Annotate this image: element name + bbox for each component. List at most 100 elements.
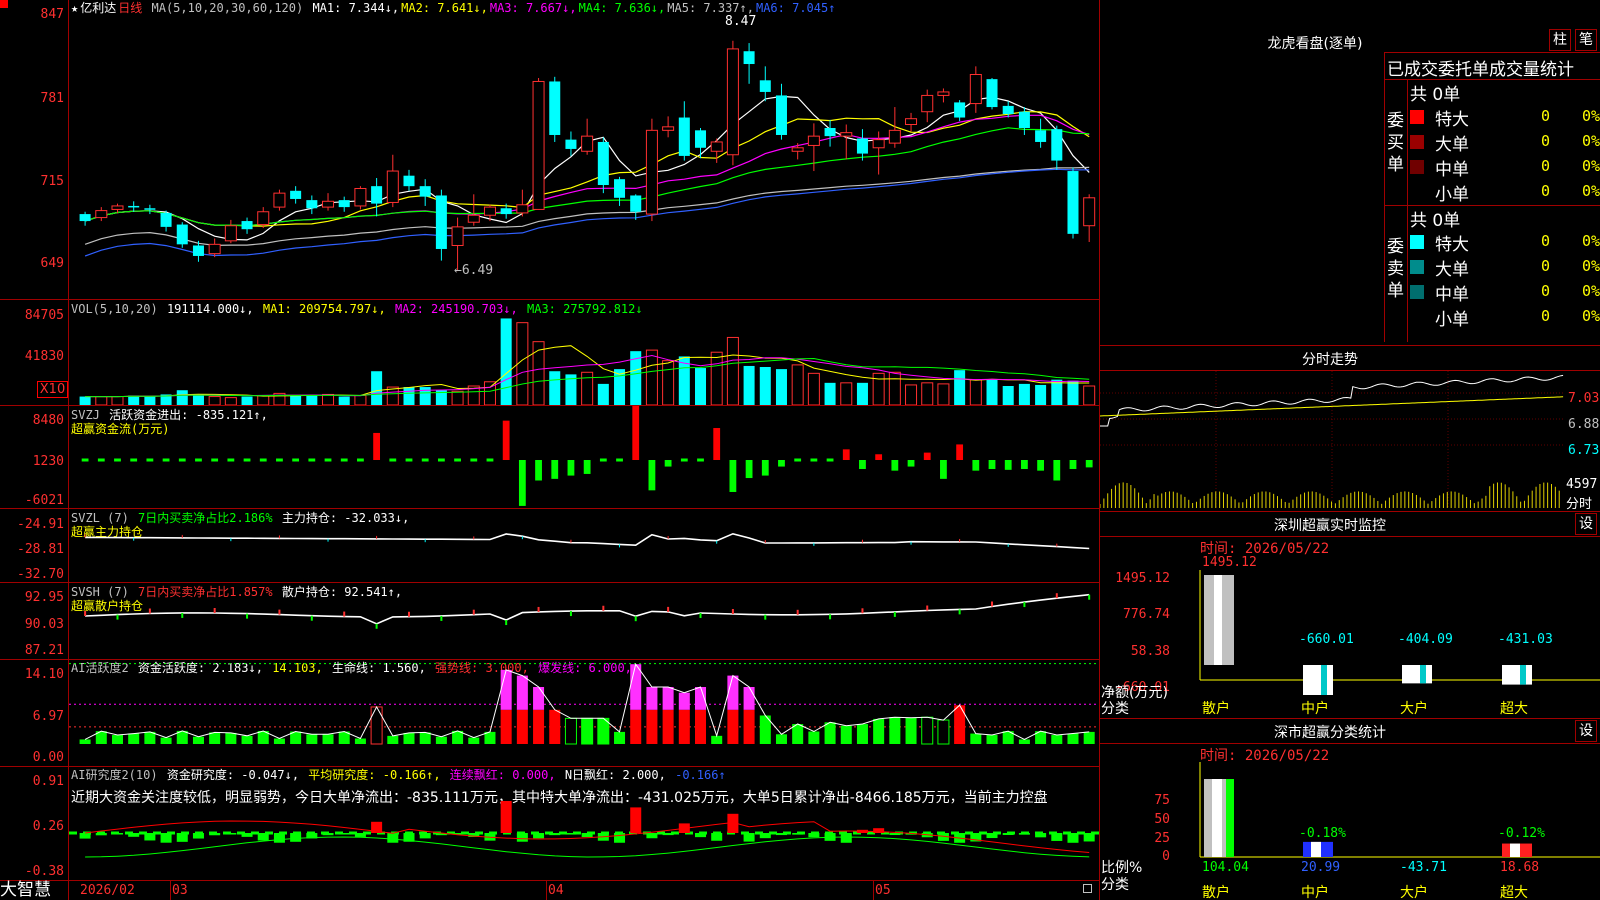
activity-bar bbox=[808, 731, 820, 744]
candlestick-chart[interactable] bbox=[69, 14, 1099, 299]
volume-bar bbox=[1067, 380, 1079, 405]
flow-bar bbox=[373, 432, 381, 460]
candle-body bbox=[354, 187, 367, 207]
research-bar bbox=[128, 833, 140, 837]
research-bar bbox=[111, 833, 123, 835]
sz-bar-highlight bbox=[1520, 664, 1526, 685]
volume-bar bbox=[95, 396, 108, 405]
candle-body bbox=[516, 204, 529, 214]
sz-monitor-chart[interactable] bbox=[1100, 555, 1600, 715]
volume-bar bbox=[921, 382, 934, 405]
vol-unit-button[interactable]: X10 bbox=[37, 381, 68, 398]
flow-bar bbox=[583, 460, 591, 474]
volume-bar bbox=[79, 396, 91, 405]
activity-burst-bar bbox=[500, 669, 512, 710]
candle-body bbox=[192, 245, 204, 256]
lock-icon[interactable] bbox=[1083, 884, 1092, 893]
activity-bar bbox=[921, 716, 934, 745]
candle-body bbox=[386, 170, 399, 203]
volume-bar bbox=[888, 371, 901, 405]
volume-bar bbox=[257, 395, 270, 405]
order-row-percent: 0% bbox=[1581, 282, 1600, 300]
retail-holding-line bbox=[85, 593, 1090, 625]
flow-bar bbox=[1053, 460, 1061, 481]
candle-body bbox=[630, 195, 642, 212]
research-chart[interactable] bbox=[69, 767, 1099, 880]
volume-bar bbox=[176, 390, 188, 405]
order-color-swatch bbox=[1410, 235, 1424, 249]
activity-chart[interactable] bbox=[69, 660, 1099, 766]
flow-tick bbox=[243, 458, 251, 462]
flow-bar bbox=[567, 460, 575, 476]
order-row-value: 0 bbox=[1540, 107, 1550, 125]
activity-bar bbox=[889, 717, 901, 744]
order-row-label: 中单 bbox=[1435, 285, 1469, 305]
volume-bar bbox=[338, 396, 350, 405]
stock-chart-app: ★ 亿利达 日线 MA(5,10,20,30,60,120) MA1: 7.344↓… bbox=[0, 0, 1600, 900]
intraday-y-tick: 6.73 bbox=[1568, 443, 1600, 458]
research-bar bbox=[581, 833, 593, 838]
flow-tick bbox=[697, 458, 704, 462]
activity-bar bbox=[695, 709, 707, 744]
activity-bar bbox=[986, 735, 998, 744]
period-label[interactable]: 日线 bbox=[118, 1, 142, 15]
section-border bbox=[1100, 345, 1600, 346]
research-bar bbox=[516, 833, 528, 842]
research-bar bbox=[354, 833, 366, 837]
sz-class-chart[interactable] bbox=[1100, 762, 1600, 900]
sz-class-settings-button[interactable]: 设 bbox=[1575, 720, 1597, 742]
research-bar bbox=[273, 833, 285, 843]
order-row-value: 0 bbox=[1540, 282, 1550, 300]
intraday-chart[interactable] bbox=[1100, 371, 1565, 508]
flow-bar bbox=[972, 460, 980, 471]
svzl-y-tick: -24.91 bbox=[17, 517, 64, 532]
sz-monitor-settings-button[interactable]: 设 bbox=[1575, 513, 1597, 535]
svzl-y-tick: -32.70 bbox=[17, 567, 64, 582]
main-holding-chart[interactable] bbox=[69, 509, 1099, 582]
volume-bar bbox=[710, 351, 723, 405]
candle-body bbox=[224, 225, 237, 242]
svsh-y-tick: 87.21 bbox=[24, 643, 64, 658]
ma-legend-item-2: MA2: 7.641↓, bbox=[401, 1, 488, 15]
research-bar bbox=[257, 833, 269, 841]
order-row-percent: 0% bbox=[1581, 107, 1600, 125]
table-border bbox=[1384, 52, 1385, 342]
ai1-y-tick: 6.97 bbox=[32, 709, 64, 724]
research-bar bbox=[889, 833, 901, 836]
vol-y-tick: 84705 bbox=[24, 308, 64, 323]
volume-chart[interactable] bbox=[69, 300, 1099, 405]
side-char: 单 bbox=[1387, 281, 1404, 301]
research-bar bbox=[1051, 833, 1063, 841]
intraday-title: 分时走势 bbox=[1302, 352, 1358, 368]
side-char: 委 bbox=[1387, 237, 1404, 257]
candle-body bbox=[905, 118, 918, 126]
research-bar bbox=[95, 833, 107, 836]
ma-legend-item-6: MA6: 7.045↑ bbox=[755, 1, 836, 15]
activity-burst-bar bbox=[662, 687, 674, 710]
tick-mode-button[interactable]: 笔 bbox=[1575, 29, 1597, 51]
flow-tick bbox=[405, 458, 413, 462]
favorite-star-icon[interactable]: ★ bbox=[71, 1, 78, 15]
activity-bar bbox=[273, 738, 285, 744]
activity-bar bbox=[322, 734, 334, 744]
flow-tick bbox=[178, 458, 186, 462]
bar-mode-button[interactable]: 柱 bbox=[1549, 29, 1571, 51]
flow-tick bbox=[130, 458, 138, 462]
candle-body bbox=[128, 205, 140, 208]
fund-flow-chart[interactable] bbox=[69, 406, 1099, 508]
flow-tick bbox=[616, 458, 623, 462]
retail-holding-chart[interactable] bbox=[69, 583, 1099, 659]
flow-bar bbox=[745, 460, 753, 479]
research-bar bbox=[662, 833, 674, 836]
sz-bar bbox=[1502, 664, 1532, 685]
activity-burst-bar bbox=[743, 687, 755, 710]
candle-body bbox=[371, 186, 383, 204]
volume-bar bbox=[905, 384, 918, 405]
side-char: 买 bbox=[1387, 133, 1404, 153]
sz-class-bar-highlight bbox=[1311, 841, 1321, 857]
volume-bar bbox=[775, 369, 787, 405]
research-bar bbox=[1083, 833, 1095, 842]
activity-bar bbox=[630, 709, 642, 744]
flow-tick bbox=[340, 458, 348, 462]
research-bar bbox=[614, 833, 626, 843]
